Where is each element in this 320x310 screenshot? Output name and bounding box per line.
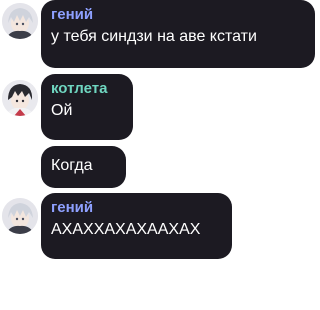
message-text: Ой (51, 102, 73, 119)
message-text: Когда (51, 157, 93, 174)
message-text: АХАХХАХАХААХАХ (51, 221, 201, 238)
message-text: у тебя синдзи на аве кстати (51, 28, 257, 45)
chat-thread: гений у тебя синдзи на аве кстати котлет… (0, 0, 320, 310)
sender-name: гений (51, 199, 94, 216)
message-bubble[interactable]: котлета Ой (41, 74, 133, 140)
white-haired-anime-avatar-icon[interactable] (2, 198, 38, 234)
white-haired-anime-avatar-icon[interactable] (2, 3, 38, 39)
message-bubble[interactable]: Когда (41, 146, 126, 188)
message-bubble[interactable]: гений у тебя синдзи на аве кстати (41, 0, 315, 68)
message-bubble[interactable]: гений АХАХХАХАХААХАХ (41, 193, 232, 259)
dark-haired-anime-avatar-icon[interactable] (2, 80, 38, 116)
sender-name: гений (51, 6, 94, 23)
sender-name: котлета (51, 80, 108, 97)
